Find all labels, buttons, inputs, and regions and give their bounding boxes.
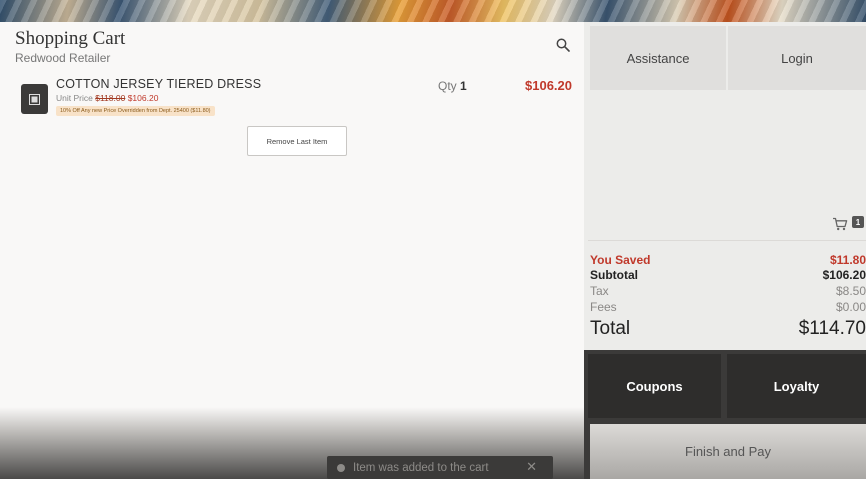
login-button[interactable]: Login xyxy=(728,26,866,90)
image-placeholder-icon xyxy=(29,93,40,105)
close-icon[interactable]: ✕ xyxy=(526,459,537,475)
search-icon[interactable] xyxy=(556,38,570,52)
cart-item-row[interactable]: COTTON JERSEY TIERED DRESS Unit Price $1… xyxy=(20,77,580,117)
item-original-price: $118.00 xyxy=(95,93,126,103)
fees-value: $0.00 xyxy=(835,300,866,314)
remove-last-item-button[interactable]: Remove Last Item xyxy=(247,126,347,156)
totals-divider xyxy=(588,240,866,241)
coupons-button[interactable]: Coupons xyxy=(588,354,721,418)
total-value: $114.70 xyxy=(798,318,866,339)
store-name: Redwood Retailer xyxy=(15,51,111,65)
you-saved-value: $11.80 xyxy=(829,253,866,267)
action-area: Coupons Loyalty Finish and Pay xyxy=(584,350,866,479)
page-title: Shopping Cart xyxy=(15,28,126,49)
discount-note: 10% Off Any new Price Overridden from De… xyxy=(56,106,215,116)
cart-count-badge: 1 xyxy=(852,216,864,228)
toast-message: Item was added to the cart xyxy=(353,461,489,474)
toast-notification: Item was added to the cart ✕ xyxy=(327,456,553,479)
tax-value: $8.50 xyxy=(835,284,866,298)
info-dot-icon xyxy=(337,463,345,472)
item-sale-price: $106.20 xyxy=(127,93,159,103)
item-quantity: Qty 1 xyxy=(438,79,467,93)
subtotal-value: $106.20 xyxy=(822,268,866,282)
loyalty-button[interactable]: Loyalty xyxy=(727,354,866,418)
side-panel: Assistance Login 1 You Saved $11.80 Subt… xyxy=(584,22,866,479)
item-name: COTTON JERSEY TIERED DRESS xyxy=(56,77,262,91)
finish-and-pay-button[interactable]: Finish and Pay xyxy=(590,424,866,479)
item-line-total: $106.20 xyxy=(525,78,572,93)
assistance-button[interactable]: Assistance xyxy=(590,26,726,90)
cart-panel: Shopping Cart Redwood Retailer COTTON JE… xyxy=(0,22,584,479)
cart-icon xyxy=(833,217,848,231)
item-unit-price: Unit Price $118.00 $106.20 xyxy=(56,93,159,103)
item-image-icon xyxy=(21,84,48,114)
header-banner xyxy=(0,0,866,22)
